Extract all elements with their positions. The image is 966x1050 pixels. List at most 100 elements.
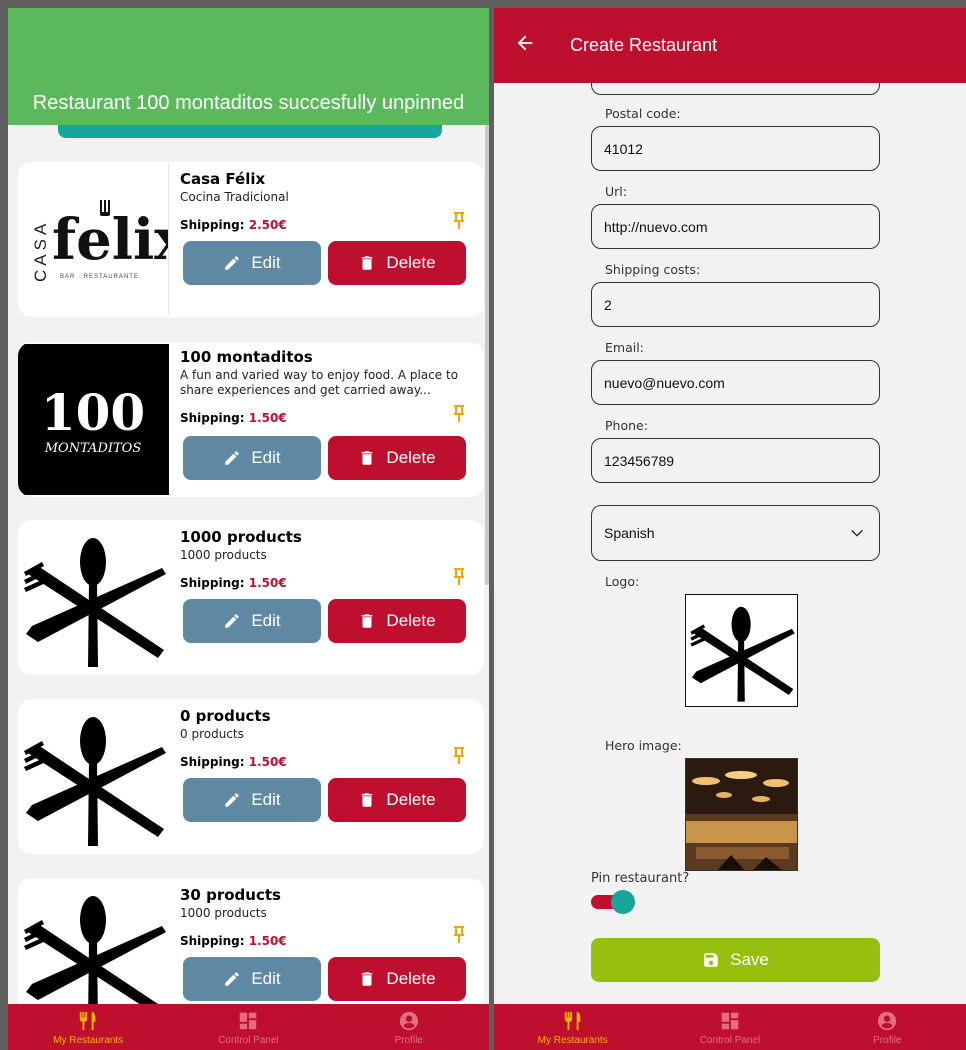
restaurant-name: 0 products — [180, 707, 271, 725]
logo-label: Logo: — [605, 574, 640, 589]
shipping-costs-label: Shipping costs: — [605, 262, 701, 277]
dashboard-icon — [240, 1012, 257, 1030]
bottom-tab-bar: My Restaurants Control Panel Profile — [8, 1004, 489, 1050]
restaurant-description: Cocina Tradicional — [180, 190, 289, 204]
pin-icon[interactable] — [453, 747, 465, 769]
restaurant-card[interactable]: 0 products 0 products Shipping: 1.50€ Ed… — [18, 699, 484, 854]
restaurant-logo: 100 MONTADITOS — [18, 344, 169, 495]
restaurant-logo: CASA felix BAR · RESTAURANTE — [18, 164, 169, 315]
logo-100-text: 100 — [41, 383, 145, 442]
restaurant-name: 30 products — [180, 886, 281, 904]
shipping-info: Shipping: 1.50€ — [180, 755, 287, 769]
tab-my-restaurants[interactable]: My Restaurants — [8, 1004, 168, 1050]
pencil-icon — [225, 614, 240, 628]
logo-montaditos-text: MONTADITOS — [44, 441, 142, 456]
shipping-info: Shipping: 2.50€ — [180, 218, 287, 232]
category-select[interactable]: Spanish — [591, 505, 880, 561]
pin-icon[interactable] — [453, 212, 465, 234]
cutlery-icon — [564, 1011, 580, 1031]
postal-code-field[interactable]: 41012 — [591, 126, 880, 171]
delete-button[interactable]: Delete — [328, 436, 466, 480]
delete-button[interactable]: Delete — [328, 241, 466, 285]
delete-button[interactable]: Delete — [328, 957, 466, 1001]
restaurant-list-screen: Restaurant 100 montaditos succesfully un… — [8, 8, 489, 1050]
tab-profile[interactable]: Profile — [329, 1004, 489, 1050]
account-circle-icon — [399, 1011, 418, 1031]
edit-button[interactable]: Edit — [183, 599, 321, 643]
scrollbar[interactable] — [485, 125, 489, 585]
shipping-info: Shipping: 1.50€ — [180, 934, 287, 948]
pin-icon[interactable] — [453, 405, 465, 427]
tab-profile[interactable]: Profile — [809, 1004, 966, 1050]
trash-icon — [362, 614, 373, 628]
email-field[interactable]: nuevo@nuevo.com — [591, 360, 880, 405]
account-circle-icon — [878, 1011, 897, 1031]
edit-button[interactable]: Edit — [183, 957, 321, 1001]
phone-field[interactable]: 123456789 — [591, 438, 880, 483]
postal-code-label: Postal code: — [605, 106, 681, 121]
trash-icon — [362, 451, 373, 465]
chevron-down-icon — [851, 529, 863, 537]
pencil-icon — [225, 256, 240, 270]
pin-icon[interactable] — [453, 926, 465, 948]
restaurant-form: Postal code: 41012 Url: http://nuevo.com… — [494, 83, 966, 1004]
address-field[interactable] — [591, 83, 880, 95]
email-label: Email: — [605, 340, 644, 355]
pin-restaurant-label: Pin restaurant? — [591, 871, 690, 886]
bottom-tab-bar: My Restaurants Control Panel Profile — [494, 1004, 966, 1050]
cutlery-logo-icon — [690, 606, 795, 702]
cutlery-icon — [79, 1011, 96, 1031]
edit-button[interactable]: Edit — [183, 241, 321, 285]
shipping-info: Shipping: 1.50€ — [180, 576, 287, 590]
restaurant-description: 0 products — [180, 727, 244, 741]
app-header: Create Restaurant — [494, 8, 966, 83]
shipping-costs-field[interactable]: 2 — [591, 282, 880, 327]
pencil-icon — [225, 451, 240, 465]
delete-button[interactable]: Delete — [328, 599, 466, 643]
pin-restaurant-toggle[interactable] — [591, 890, 635, 914]
cutlery-logo-icon — [24, 717, 166, 846]
restaurant-card[interactable]: CASA felix BAR · RESTAURANTE Casa Félix … — [18, 162, 484, 317]
trash-icon — [362, 793, 373, 807]
logo-preview[interactable] — [685, 594, 798, 707]
tab-control-panel[interactable]: Control Panel — [168, 1004, 328, 1050]
restaurant-card[interactable]: 100 MONTADITOS 100 montaditos A fun and … — [18, 342, 484, 497]
tab-my-restaurants[interactable]: My Restaurants — [494, 1004, 651, 1050]
toggle-knob — [611, 890, 635, 914]
cutlery-logo-icon — [24, 538, 166, 667]
create-restaurant-screen: Create Restaurant Postal code: 41012 Url… — [494, 8, 966, 1050]
restaurant-name: 100 montaditos — [180, 348, 313, 366]
trash-icon — [362, 972, 373, 986]
save-button[interactable]: Save — [591, 938, 880, 982]
logo-felix-text: felix — [52, 207, 169, 273]
dashboard-icon — [721, 1012, 739, 1030]
pencil-icon — [225, 972, 240, 986]
url-label: Url: — [605, 184, 627, 199]
phone-label: Phone: — [605, 418, 648, 433]
pin-icon[interactable] — [453, 568, 465, 590]
category-select-value: Spanish — [604, 525, 655, 541]
restaurant-logo — [18, 701, 169, 852]
restaurant-card[interactable]: 1000 products 1000 products Shipping: 1.… — [18, 520, 484, 675]
logo-sub-text: BAR · RESTAURANTE — [60, 274, 139, 280]
restaurant-logo — [18, 522, 169, 673]
restaurant-name: Casa Félix — [180, 170, 266, 188]
logo-casa-text: CASA — [31, 220, 50, 282]
tab-control-panel[interactable]: Control Panel — [651, 1004, 808, 1050]
shipping-info: Shipping: 1.50€ — [180, 411, 287, 425]
hero-image-label: Hero image: — [605, 738, 682, 753]
restaurant-description: A fun and varied way to enjoy food. A pl… — [180, 368, 459, 397]
page-title: Create Restaurant — [570, 35, 718, 55]
toast-message: Restaurant 100 montaditos succesfully un… — [8, 8, 489, 125]
arrow-left-icon[interactable] — [514, 32, 536, 54]
restaurant-name: 1000 products — [180, 528, 302, 546]
fork-icon — [100, 200, 110, 216]
edit-button[interactable]: Edit — [183, 436, 321, 480]
delete-button[interactable]: Delete — [328, 778, 466, 822]
restaurant-description: 1000 products — [180, 906, 267, 920]
edit-button[interactable]: Edit — [183, 778, 321, 822]
url-field[interactable]: http://nuevo.com — [591, 204, 880, 249]
pencil-icon — [225, 793, 240, 807]
hero-image-preview[interactable] — [685, 758, 798, 871]
restaurant-description: 1000 products — [180, 548, 267, 562]
